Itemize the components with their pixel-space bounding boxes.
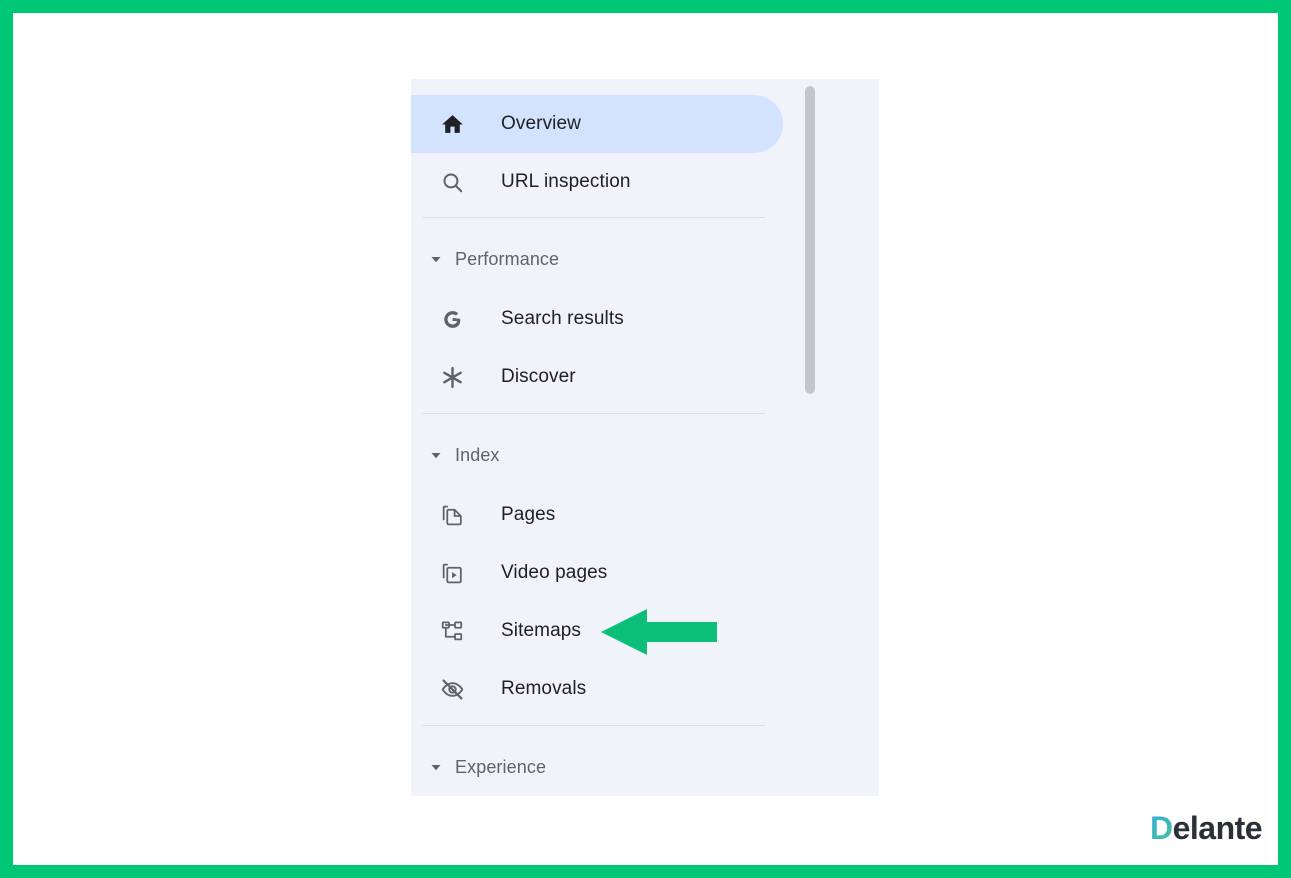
sidebar-item-label: Sitemaps — [501, 620, 582, 641]
sidebar-section-experience[interactable]: Experience — [411, 754, 546, 780]
sidebar-item-label: Search results — [501, 308, 624, 329]
sitemap-tree-icon — [439, 618, 465, 644]
sidebar-item-pages[interactable]: Pages — [411, 486, 783, 544]
logo-wordmark: elante — [1172, 810, 1263, 846]
chevron-down-icon — [429, 252, 443, 266]
sidebar-item-overview[interactable]: Overview — [411, 95, 783, 153]
vertical-scrollbar[interactable] — [805, 79, 815, 796]
screenshot-root: Overview URL inspection Performance Sear… — [0, 0, 1291, 878]
sidebar-item-video-pages[interactable]: Video pages — [411, 544, 783, 602]
divider — [422, 217, 765, 218]
sidebar-item-label: URL inspection — [501, 171, 631, 192]
canvas-inner: Overview URL inspection Performance Sear… — [13, 13, 1278, 865]
search-icon — [439, 169, 465, 195]
search-console-sidebar: Overview URL inspection Performance Sear… — [411, 79, 879, 796]
pages-documents-icon — [439, 502, 465, 528]
logo-gradient-letter: D — [1150, 810, 1173, 846]
home-icon — [439, 111, 465, 137]
delante-logo: D elante — [1150, 810, 1263, 846]
chevron-down-icon — [429, 760, 443, 774]
sidebar-section-label: Performance — [455, 248, 560, 269]
sidebar-section-label: Experience — [455, 756, 547, 777]
video-pages-icon — [439, 560, 465, 586]
eye-off-icon — [439, 676, 465, 702]
scrollbar-thumb[interactable] — [805, 86, 815, 394]
sidebar-item-search-results[interactable]: Search results — [411, 290, 783, 348]
sidebar-item-label: Discover — [501, 366, 576, 387]
divider — [422, 413, 765, 414]
sidebar-item-url-inspection[interactable]: URL inspection — [411, 153, 783, 211]
divider — [422, 725, 765, 726]
sidebar-item-sitemaps[interactable]: Sitemaps — [411, 602, 783, 660]
chevron-down-icon — [429, 448, 443, 462]
sidebar-item-label: Removals — [501, 678, 587, 699]
sidebar-item-discover[interactable]: Discover — [411, 348, 783, 406]
discover-asterisk-icon — [439, 364, 465, 390]
green-pointer-arrow — [601, 609, 717, 655]
sidebar-section-index[interactable]: Index — [411, 442, 500, 468]
sidebar-section-label: Index — [455, 444, 500, 465]
sidebar-item-label: Video pages — [501, 562, 608, 583]
google-g-icon — [439, 306, 465, 332]
sidebar-item-label: Overview — [501, 113, 581, 134]
sidebar-section-performance[interactable]: Performance — [411, 246, 559, 272]
sidebar-item-removals[interactable]: Removals — [411, 660, 783, 718]
sidebar-item-label: Pages — [501, 504, 556, 525]
